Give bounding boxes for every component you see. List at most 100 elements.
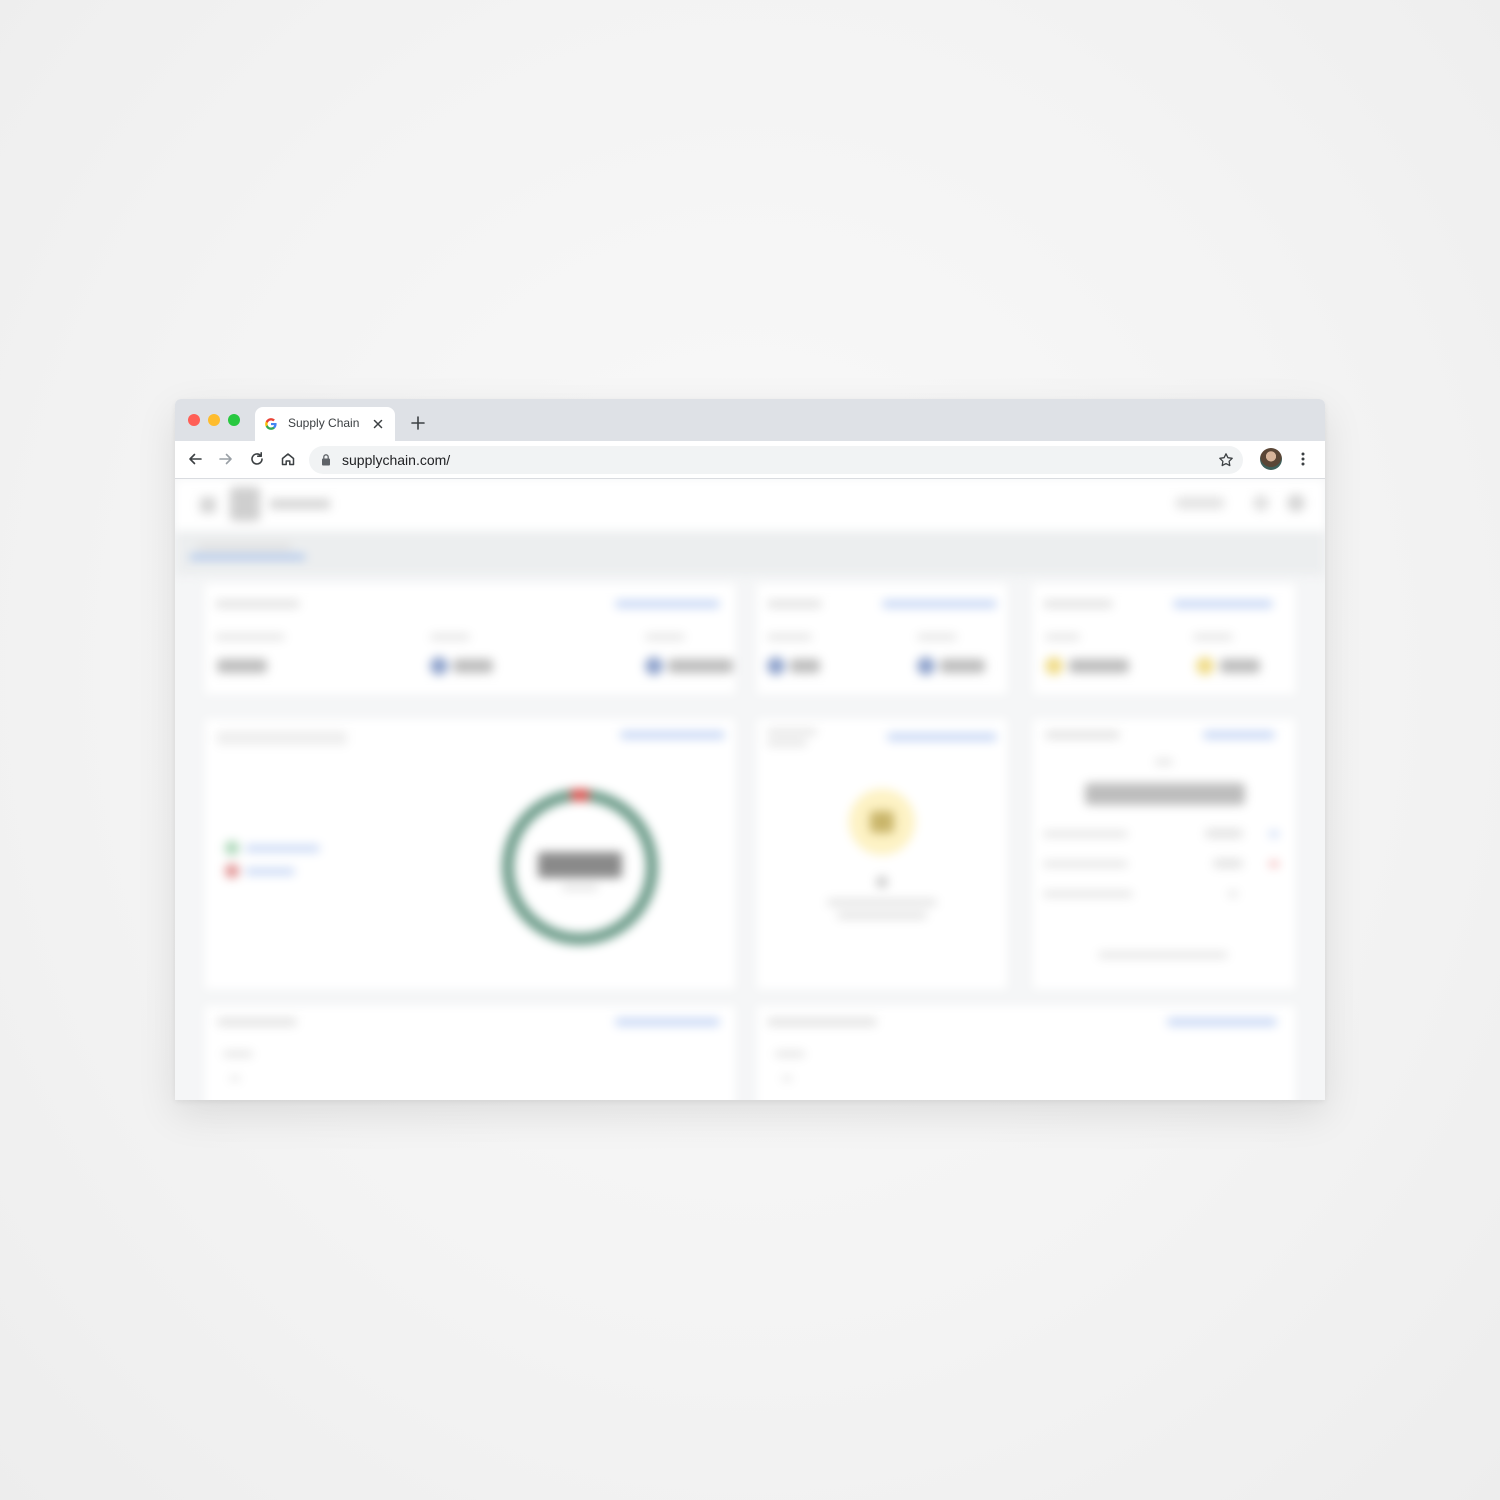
period-selector[interactable]	[217, 731, 347, 745]
legend-swatch	[225, 841, 239, 855]
metric-value	[1220, 659, 1260, 673]
page-content	[175, 479, 1325, 1100]
tab-title: Supply Chain	[288, 416, 360, 430]
card-link[interactable]	[887, 733, 997, 741]
tab-supply-chain[interactable]: Supply Chain	[255, 407, 395, 441]
user-avatar[interactable]	[1287, 494, 1305, 512]
card-title	[217, 1018, 297, 1026]
notifications-icon[interactable]	[1253, 495, 1269, 511]
totals-card	[1033, 719, 1295, 989]
metric-icon	[917, 657, 935, 675]
card-title	[767, 729, 817, 735]
metric-value	[453, 659, 493, 673]
metric-label	[1193, 634, 1233, 640]
ring-center-label	[562, 885, 598, 890]
profile-avatar[interactable]	[1260, 448, 1282, 470]
header-selector[interactable]	[1175, 497, 1225, 509]
card-link[interactable]	[882, 600, 997, 608]
total-value	[1085, 783, 1245, 805]
metric-value	[217, 659, 267, 673]
metric-label	[430, 634, 470, 640]
summary-text	[827, 899, 937, 906]
summary-text	[837, 912, 927, 919]
bookmark-star-icon[interactable]	[1218, 452, 1234, 468]
google-g-icon	[265, 418, 277, 430]
breakdown-label	[1043, 891, 1133, 897]
axis-tick	[782, 1076, 792, 1081]
card-link[interactable]	[1173, 600, 1273, 608]
metric-value	[790, 659, 820, 673]
url-text: supplychain.com/	[342, 452, 451, 468]
app-logo	[230, 487, 260, 521]
maximize-window-button[interactable]	[228, 414, 240, 426]
metric-label	[767, 634, 812, 640]
tab-strip: Supply Chain	[175, 399, 1325, 441]
metric-value	[1069, 659, 1129, 673]
close-tab-icon[interactable]	[370, 416, 386, 432]
ring-chart	[502, 789, 658, 945]
card-title	[1045, 731, 1120, 739]
legend-label	[245, 868, 295, 875]
more-vert-icon[interactable]	[1295, 451, 1311, 467]
card-link[interactable]	[615, 600, 720, 608]
kpi-card-2	[757, 584, 1007, 694]
legend-label	[245, 845, 320, 852]
card-link[interactable]	[615, 1018, 720, 1026]
ring-chart-card	[205, 719, 735, 989]
kpi-card-3	[1033, 584, 1295, 694]
app-logo-text	[270, 499, 330, 509]
lock-icon	[322, 454, 330, 466]
app-tab-overview[interactable]	[197, 543, 292, 551]
info-icon	[876, 876, 888, 888]
app-header	[175, 479, 1325, 531]
breakdown-value	[1213, 859, 1243, 868]
new-tab-icon[interactable]	[410, 415, 426, 431]
card-subtitle	[767, 740, 807, 746]
chart-card-right	[757, 1006, 1295, 1100]
card-link[interactable]	[1167, 1018, 1277, 1026]
active-tab-indicator	[190, 555, 305, 559]
card-footer-link[interactable]	[1098, 952, 1228, 958]
card-title	[767, 600, 822, 608]
metric-value	[668, 659, 733, 673]
kpi-card-1	[205, 584, 735, 694]
legend-swatch	[225, 864, 239, 878]
card-title	[1043, 600, 1113, 608]
metric-label	[215, 634, 285, 640]
axis-label	[775, 1051, 805, 1057]
metric-label	[917, 634, 957, 640]
reload-icon[interactable]	[249, 451, 265, 467]
metric-icon	[645, 657, 663, 675]
breakdown-value	[1205, 829, 1243, 838]
back-arrow-icon[interactable]	[187, 451, 203, 467]
metric-icon	[767, 657, 785, 675]
forward-arrow-icon[interactable]	[218, 451, 234, 467]
axis-tick	[230, 1076, 240, 1081]
metric-value	[940, 659, 985, 673]
breakdown-value	[1228, 891, 1238, 897]
metric-icon	[430, 657, 448, 675]
card-link[interactable]	[620, 731, 725, 739]
card-link[interactable]	[1203, 731, 1275, 739]
minimize-window-button[interactable]	[208, 414, 220, 426]
trend-down-icon	[1269, 861, 1279, 867]
browser-toolbar: supplychain.com/	[175, 441, 1325, 479]
warning-icon	[1045, 657, 1063, 675]
total-label	[1155, 759, 1173, 765]
menu-icon[interactable]	[200, 497, 216, 513]
blurred-dashboard	[175, 479, 1325, 1100]
browser-window: Supply Chain supplychain.com/	[175, 399, 1325, 1100]
warning-icon	[1196, 657, 1214, 675]
breakdown-label	[1043, 861, 1128, 867]
warning-count	[870, 811, 894, 833]
breakdown-label	[1043, 831, 1128, 837]
home-icon[interactable]	[280, 451, 296, 467]
app-tab-bar	[175, 531, 1325, 575]
chart-card-left	[205, 1006, 735, 1100]
card-title	[767, 1018, 877, 1026]
address-bar[interactable]: supplychain.com/	[309, 446, 1243, 474]
metric-label	[645, 634, 685, 640]
ring-center-value	[538, 852, 622, 878]
close-window-button[interactable]	[188, 414, 200, 426]
axis-label	[223, 1051, 253, 1057]
